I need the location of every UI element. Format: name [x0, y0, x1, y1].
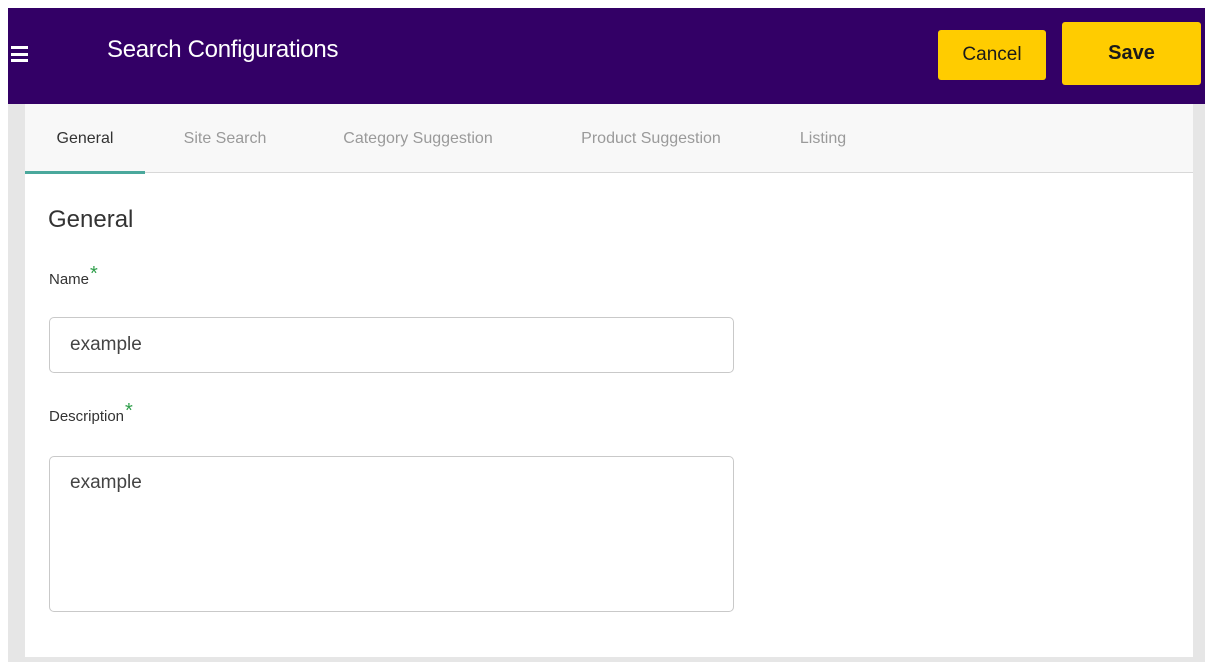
description-textarea[interactable]: example: [49, 456, 734, 612]
required-marker: *: [90, 263, 98, 285]
tab-bar: General Site Search Category Suggestion …: [25, 104, 1193, 174]
content-panel: General Site Search Category Suggestion …: [25, 104, 1193, 657]
app-frame: Search Configurations Cancel Save Genera…: [8, 8, 1205, 662]
save-button[interactable]: Save: [1062, 22, 1201, 85]
page-title: Search Configurations: [107, 36, 339, 63]
name-label: Name*: [49, 263, 98, 290]
tab-product-suggestion[interactable]: Product Suggestion: [561, 104, 741, 173]
cancel-button[interactable]: Cancel: [938, 30, 1046, 80]
hamburger-menu-icon[interactable]: [11, 46, 28, 62]
section-title: General: [48, 206, 134, 233]
name-input[interactable]: [49, 317, 734, 373]
name-label-text: Name: [49, 271, 90, 288]
tab-general[interactable]: General: [25, 104, 145, 174]
tab-category-suggestion[interactable]: Category Suggestion: [321, 104, 515, 173]
tab-listing[interactable]: Listing: [783, 104, 863, 173]
top-bar: Search Configurations Cancel Save: [8, 8, 1205, 104]
required-marker: *: [125, 400, 133, 422]
tab-site-search[interactable]: Site Search: [161, 104, 289, 173]
description-label-text: Description: [49, 408, 125, 425]
description-label: Description*: [49, 400, 133, 427]
